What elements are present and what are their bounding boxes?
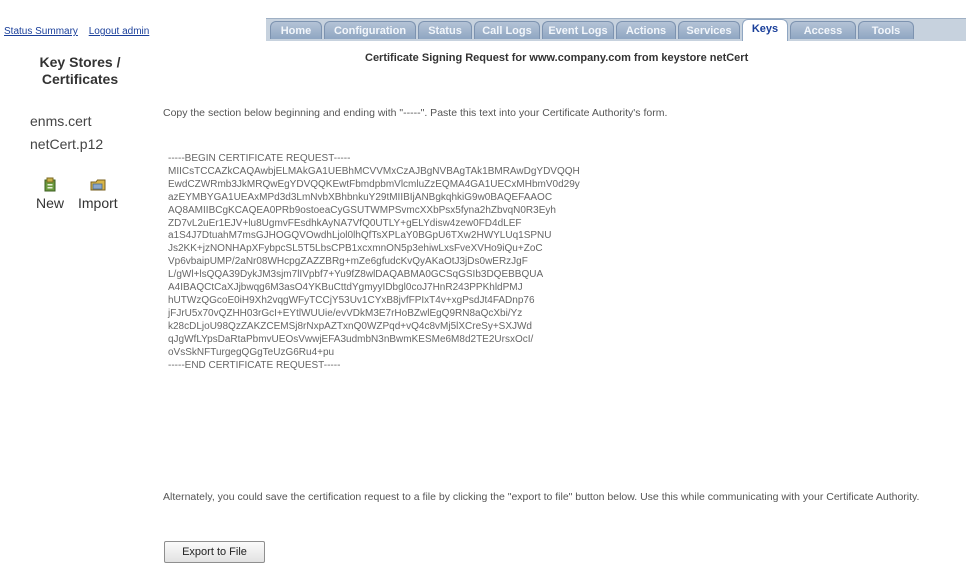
- tab-call-logs[interactable]: Call Logs: [474, 21, 540, 39]
- logout-link[interactable]: Logout admin: [89, 26, 150, 37]
- csr-text-block[interactable]: -----BEGIN CERTIFICATE REQUEST----- MIIC…: [168, 153, 580, 372]
- tab-keys[interactable]: Keys: [742, 19, 788, 41]
- status-summary-link[interactable]: Status Summary: [4, 26, 78, 37]
- export-to-file-button[interactable]: Export to File: [164, 541, 265, 563]
- new-button[interactable]: New: [36, 177, 64, 211]
- sidebar-item-netcert-p12[interactable]: netCert.p12: [30, 136, 103, 152]
- sidebar-item-enms-cert[interactable]: enms.cert: [30, 113, 91, 129]
- tab-services[interactable]: Services: [678, 21, 740, 39]
- tab-actions[interactable]: Actions: [616, 21, 676, 39]
- top-links: Status Summary Logout admin: [4, 26, 157, 37]
- instructions-text: Copy the section below beginning and end…: [163, 107, 668, 119]
- tab-event-logs[interactable]: Event Logs: [542, 21, 614, 39]
- alternate-instructions-text: Alternately, you could save the certific…: [163, 491, 920, 503]
- tab-access[interactable]: Access: [790, 21, 856, 39]
- new-button-label: New: [36, 195, 65, 211]
- sidebar-title-line2: Certificates: [41, 71, 119, 87]
- sidebar-title-line1: Key Stores /: [39, 54, 121, 70]
- sidebar-title: Key Stores / Certificates: [10, 54, 150, 88]
- sidebar: Key Stores / Certificates enms.cert netC…: [0, 40, 152, 574]
- page-title: Certificate Signing Request for www.comp…: [365, 52, 749, 64]
- import-button[interactable]: Import: [78, 177, 118, 211]
- top-bar: Status Summary Logout admin Home Configu…: [0, 0, 972, 41]
- import-folder-icon: [90, 179, 106, 191]
- tab-status[interactable]: Status: [418, 21, 472, 39]
- import-button-label: Import: [78, 195, 118, 211]
- tab-configuration[interactable]: Configuration: [324, 21, 416, 39]
- tab-bar: Home Configuration Status Call Logs Even…: [266, 18, 966, 41]
- new-keystore-icon: [44, 177, 56, 192]
- tab-tools[interactable]: Tools: [858, 21, 914, 39]
- tab-home[interactable]: Home: [270, 21, 322, 39]
